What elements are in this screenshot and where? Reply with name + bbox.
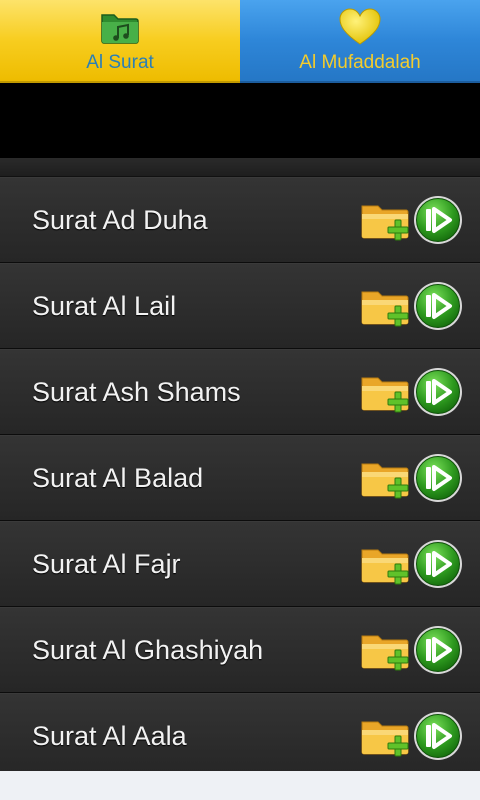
folder-add-icon [361,205,409,241]
list-item[interactable]: Surat Al Ghashiyah [0,607,480,693]
play-icon [414,626,462,674]
play-button[interactable] [412,194,464,246]
folder-add-icon [361,635,409,671]
play-icon [414,368,462,416]
add-to-favorites-button[interactable] [360,628,412,672]
add-to-favorites-button[interactable] [360,542,412,586]
add-to-favorites-button[interactable] [360,198,412,242]
add-to-favorites-button[interactable] [360,370,412,414]
surat-title: Surat Al Balad [32,463,204,493]
list-item[interactable]: Surat Ash Shams [0,349,480,435]
list-item[interactable]: Surat Al Balad [0,435,480,521]
surat-title: Surat Al Aala [32,721,187,751]
list-item[interactable]: Surat Ad Duha [0,177,480,263]
folder-add-icon [361,291,409,327]
add-to-favorites-button[interactable] [360,714,412,758]
surat-title: Surat Ad Duha [32,205,208,235]
play-icon [414,712,462,760]
tab-bar: Al Surat Al Mufaddalah [0,0,480,83]
list-top-divider [0,158,480,177]
folder-music-icon [101,14,139,44]
folder-add-icon [361,377,409,413]
tab-al-mufaddalah-label: Al Mufaddalah [299,52,421,73]
play-icon [414,454,462,502]
folder-add-icon [361,463,409,499]
surat-title: Surat Al Fajr [32,549,181,579]
play-icon [414,540,462,588]
heart-icon [339,8,381,45]
add-to-favorites-button[interactable] [360,284,412,328]
play-button[interactable] [412,538,464,590]
surat-title: Surat Ash Shams [32,377,241,407]
surat-list: Surat Ad Duha Surat Al Lail Surat Ash Sh… [0,158,480,779]
list-item[interactable]: Surat Al Lail [0,263,480,349]
list-item[interactable]: Surat Al Fajr [0,521,480,607]
folder-add-icon [361,721,409,757]
folder-add-icon [361,549,409,585]
play-button[interactable] [412,624,464,676]
play-icon [414,282,462,330]
bottom-area [0,771,480,800]
play-button[interactable] [412,366,464,418]
ad-banner-area [0,83,480,158]
play-button[interactable] [412,280,464,332]
play-button[interactable] [412,452,464,504]
surat-title: Surat Al Lail [32,291,177,321]
list-item[interactable]: Surat Al Aala [0,693,480,779]
add-to-favorites-button[interactable] [360,456,412,500]
surat-title: Surat Al Ghashiyah [32,635,264,665]
tab-al-surat-label: Al Surat [86,52,154,73]
tab-al-mufaddalah[interactable]: Al Mufaddalah [240,0,480,83]
tab-al-surat[interactable]: Al Surat [0,0,240,83]
play-icon [414,196,462,244]
play-button[interactable] [412,710,464,762]
